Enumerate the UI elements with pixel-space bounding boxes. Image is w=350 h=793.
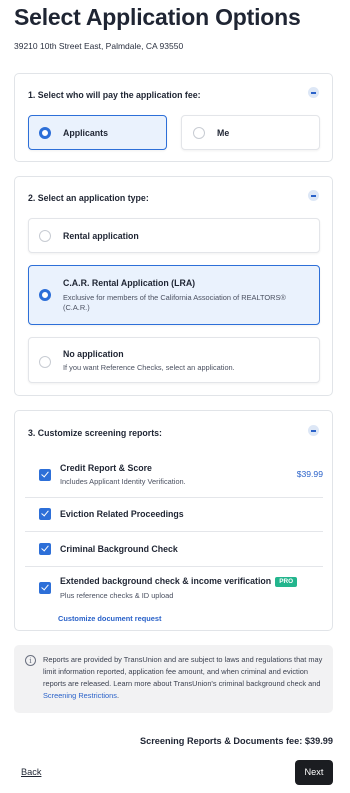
screening-item-description: Plus reference checks & ID upload xyxy=(60,591,174,600)
pro-badge: PRO xyxy=(275,577,298,587)
type-option-label: C.A.R. Rental Application (LRA) xyxy=(63,278,196,288)
payer-option-me[interactable]: Me xyxy=(181,115,320,150)
payer-section: 1. Select who will pay the application f… xyxy=(14,73,333,162)
screening-item-price: $39.99 xyxy=(296,469,323,479)
radio-selected-icon[interactable] xyxy=(39,289,51,301)
notice-text: Reports are provided by TransUnion and a… xyxy=(43,654,327,702)
screening-item-label-text: Extended background check & income verif… xyxy=(60,576,272,586)
type-option-description: Exclusive for members of the California … xyxy=(63,293,286,312)
screening-section: 3. Customize screening reports: Credit R… xyxy=(14,410,333,631)
collapse-icon[interactable] xyxy=(308,190,319,201)
notice-end: . xyxy=(116,691,120,700)
checkbox-checked-icon[interactable] xyxy=(39,469,51,481)
screening-restrictions-link[interactable]: Screening Restrictions xyxy=(43,691,117,700)
radio-unselected-icon[interactable] xyxy=(39,230,51,242)
screening-item-criminal[interactable]: Criminal Background Check xyxy=(25,532,323,566)
screening-item-description: Includes Applicant Identity Verification… xyxy=(60,477,186,486)
checkbox-checked-icon[interactable] xyxy=(39,508,51,520)
next-button[interactable]: Next xyxy=(295,760,333,785)
info-icon: i xyxy=(25,655,36,666)
back-link[interactable]: Back xyxy=(21,767,41,777)
screening-item-label: Eviction Related Proceedings xyxy=(60,509,184,519)
payer-section-title: 1. Select who will pay the application f… xyxy=(28,90,201,100)
payer-option-applicants[interactable]: Applicants xyxy=(28,115,167,150)
checkbox-checked-icon[interactable] xyxy=(39,543,51,555)
screening-item-credit-report[interactable]: Credit Report & Score Includes Applicant… xyxy=(25,457,323,497)
screening-item-eviction[interactable]: Eviction Related Proceedings xyxy=(25,498,323,531)
payer-option-label: Applicants xyxy=(63,128,108,138)
radio-selected-icon[interactable] xyxy=(39,127,51,139)
type-option-label: No application xyxy=(63,349,124,359)
screening-item-extended[interactable]: Extended background check & income verif… xyxy=(25,567,323,607)
radio-unselected-icon[interactable] xyxy=(193,127,205,139)
total-fee: Screening Reports & Documents fee: $39.9… xyxy=(139,736,333,746)
screening-item-label: Credit Report & Score xyxy=(60,463,152,473)
customize-document-request-link[interactable]: Customize document request xyxy=(58,614,161,623)
type-option-rental-application[interactable]: Rental application xyxy=(28,218,320,253)
type-option-description: If you want Reference Checks, select an … xyxy=(63,363,235,372)
transunion-notice: i Reports are provided by TransUnion and… xyxy=(14,645,333,713)
type-option-no-application[interactable]: No application If you want Reference Che… xyxy=(28,337,320,383)
collapse-icon[interactable] xyxy=(308,425,319,436)
application-type-section: 2. Select an application type: Rental ap… xyxy=(14,176,333,396)
type-option-label: Rental application xyxy=(63,231,139,241)
property-address: 39210 10th Street East, Palmdale, CA 935… xyxy=(14,41,184,51)
page-title: Select Application Options xyxy=(14,4,301,30)
collapse-icon[interactable] xyxy=(308,87,319,98)
screening-item-label: Criminal Background Check xyxy=(60,544,178,554)
screening-item-label: Extended background check & income verif… xyxy=(60,576,298,587)
checkbox-checked-icon[interactable] xyxy=(39,582,51,594)
payer-option-label: Me xyxy=(217,128,230,138)
radio-unselected-icon[interactable] xyxy=(39,356,51,368)
notice-body: Reports are provided by TransUnion and a… xyxy=(43,655,323,688)
type-option-car-lra[interactable]: C.A.R. Rental Application (LRA) Exclusiv… xyxy=(28,265,320,325)
application-type-title: 2. Select an application type: xyxy=(28,193,149,203)
screening-section-title: 3. Customize screening reports: xyxy=(28,428,162,438)
